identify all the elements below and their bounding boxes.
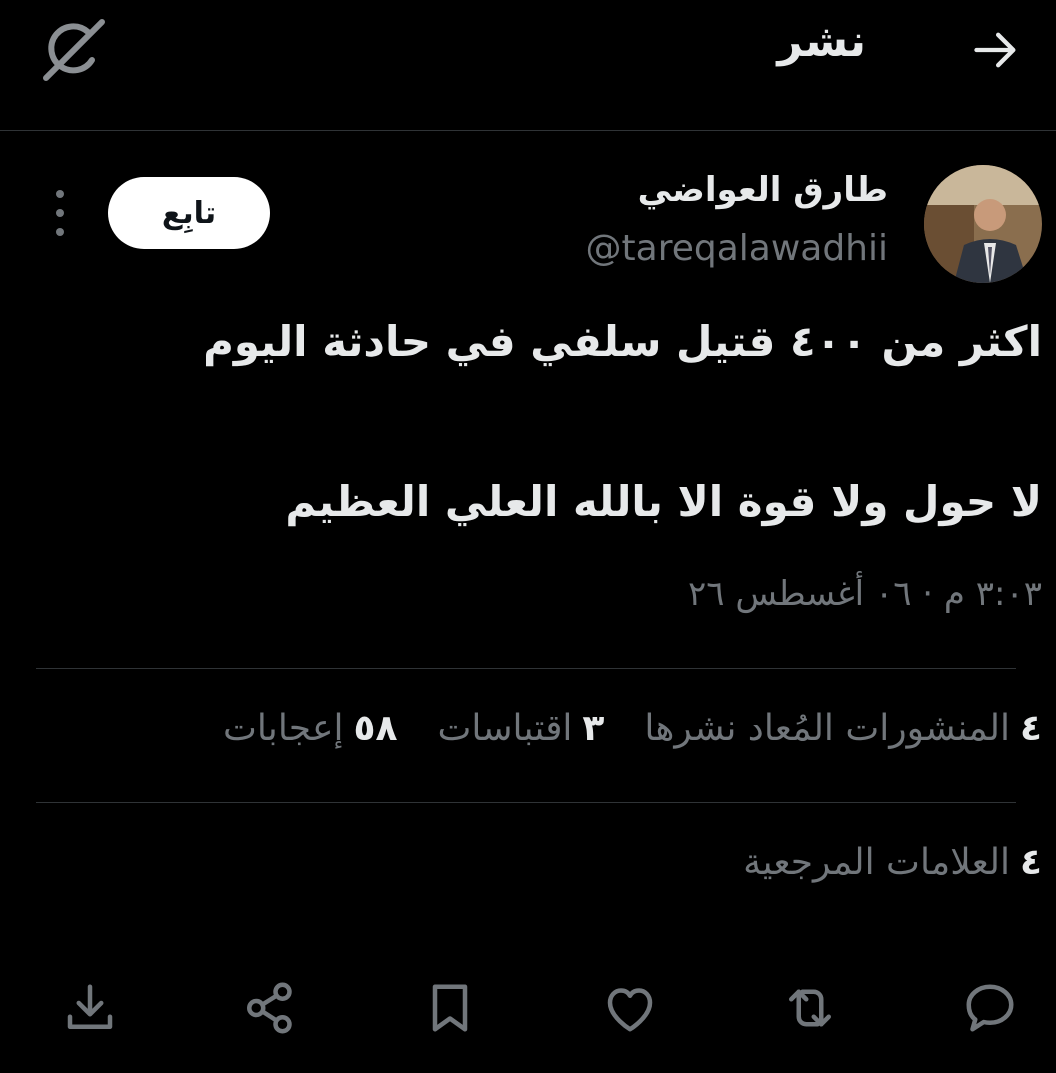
tweet-text-line-2: لا حول ولا قوة الا بالله العلي العظيم — [285, 477, 1042, 526]
download-button[interactable] — [55, 968, 125, 1048]
reply-button[interactable] — [955, 968, 1025, 1048]
reposts-count: ٤ — [1020, 708, 1042, 749]
bookmark-icon — [432, 984, 468, 1032]
likes-label: إعجابات — [222, 708, 344, 749]
like-icon — [607, 988, 653, 1032]
bookmark-button[interactable] — [415, 968, 485, 1048]
share-button[interactable] — [235, 968, 305, 1048]
arrow-right-icon — [974, 32, 1016, 68]
follow-button[interactable]: تابِع — [108, 177, 270, 249]
author-avatar[interactable] — [924, 165, 1042, 283]
author-name[interactable]: طارق العواضي — [638, 170, 888, 210]
divider — [36, 802, 1016, 803]
tweet-text: اكثر من ٤٠٠ قتيل سلفي في حادثة اليوم لا … — [42, 310, 1042, 534]
bookmarks-count: ٤ — [1020, 842, 1042, 883]
tweet-text-line-1: اكثر من ٤٠٠ قتيل سلفي في حادثة اليوم — [203, 317, 1042, 366]
tweet-timestamp[interactable]: ٣:٠٣ م · ٠٦ أغسطس ٢٦ — [688, 574, 1042, 614]
grok-logo-icon[interactable] — [36, 12, 110, 86]
share-icon — [247, 982, 292, 1034]
bookmarks-label: العلامات المرجعية — [743, 842, 1011, 883]
likes-stat[interactable]: ٥٨ إعجابات — [223, 708, 398, 749]
more-options-icon[interactable] — [46, 190, 74, 236]
reposts-label: المنشورات المُعاد نشرها — [644, 708, 1011, 749]
likes-count: ٥٨ — [353, 708, 398, 749]
repost-icon — [789, 989, 831, 1027]
repost-button[interactable] — [775, 968, 845, 1048]
quotes-count: ٣ — [582, 708, 605, 749]
author-handle[interactable]: @tareqalawadhii — [586, 228, 888, 269]
divider — [36, 668, 1016, 669]
engagement-stats: ٤ المنشورات المُعاد نشرها ٣ اقتباسات ٥٨ … — [223, 708, 1042, 749]
reply-icon — [966, 984, 1014, 1032]
page-title: نشر — [777, 16, 866, 67]
action-bar — [0, 968, 1056, 1048]
back-button[interactable] — [966, 20, 1026, 80]
like-button[interactable] — [595, 968, 665, 1048]
bookmarks-stat[interactable]: ٤ العلامات المرجعية — [743, 842, 1042, 883]
top-bar: نشر — [0, 0, 1056, 131]
quotes-stat[interactable]: ٣ اقتباسات — [437, 708, 604, 749]
download-icon — [67, 984, 113, 1029]
quotes-label: اقتباسات — [437, 708, 573, 749]
reposts-stat[interactable]: ٤ المنشورات المُعاد نشرها — [644, 708, 1042, 749]
